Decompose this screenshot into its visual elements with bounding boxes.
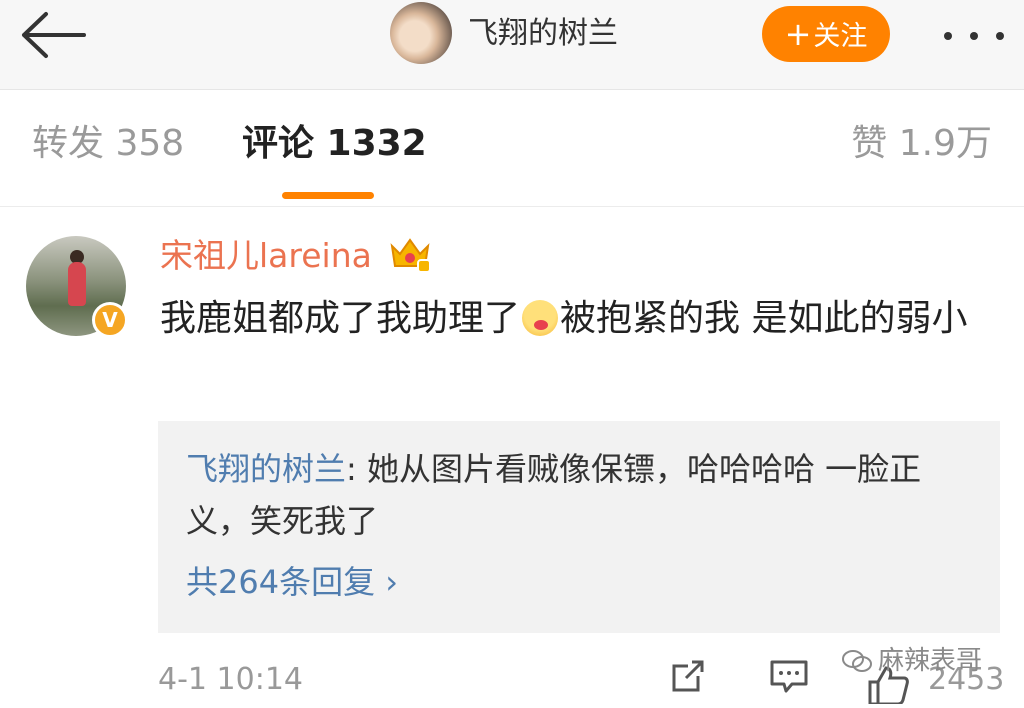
comment-text-part1: 我鹿姐都成了我助理了 bbox=[160, 298, 521, 339]
view-replies-link[interactable]: 共264条回复 › bbox=[186, 559, 398, 605]
header-avatar[interactable] bbox=[390, 2, 452, 64]
back-button[interactable] bbox=[18, 10, 88, 60]
active-tab-indicator bbox=[282, 192, 374, 199]
commenter-username[interactable]: 宋祖儿lareina bbox=[160, 234, 372, 278]
crown-icon bbox=[390, 238, 431, 273]
emoji-icon bbox=[522, 300, 559, 336]
reply-author[interactable]: 飞翔的树兰 bbox=[186, 450, 346, 488]
repost-icon[interactable] bbox=[668, 656, 708, 696]
wechat-icon bbox=[842, 650, 872, 672]
more-button[interactable] bbox=[940, 14, 1010, 54]
avatar-figure bbox=[68, 262, 86, 306]
comment-time: 4-1 10:14 bbox=[158, 662, 303, 697]
follow-button[interactable]: +关注 bbox=[762, 6, 890, 62]
more-icon-dot bbox=[970, 32, 978, 40]
comment-icon[interactable] bbox=[768, 656, 810, 696]
reply-text: 飞翔的树兰: 她从图片看贼像保镖，哈哈哈哈 一脸正义，笑死我了 bbox=[186, 443, 976, 547]
verified-badge: V bbox=[92, 302, 128, 338]
back-arrow-icon bbox=[22, 12, 86, 58]
reply-preview[interactable]: 飞翔的树兰: 她从图片看贼像保镖，哈哈哈哈 一脸正义，笑死我了 共264条回复 … bbox=[158, 421, 1000, 633]
more-icon-dot bbox=[996, 32, 1004, 40]
comment-text-part2: 被抱紧的我 是如此的弱小 bbox=[560, 298, 968, 339]
follow-label: 关注 bbox=[813, 21, 868, 52]
tab-repost[interactable]: 转发 358 bbox=[32, 121, 184, 167]
more-icon bbox=[944, 32, 952, 40]
page-title: 飞翔的树兰 bbox=[468, 16, 618, 51]
tab-like[interactable]: 赞 1.9万 bbox=[851, 121, 992, 167]
comment-text: 我鹿姐都成了我助理了 被抱紧的我 是如此的弱小 bbox=[160, 292, 1006, 346]
plus-icon: + bbox=[784, 15, 812, 53]
tab-comment[interactable]: 评论 1332 bbox=[242, 121, 427, 167]
top-bar: 飞翔的树兰 +关注 bbox=[0, 0, 1024, 90]
watermark-text: 麻辣表哥 bbox=[878, 646, 983, 676]
watermark: 麻辣表哥 bbox=[842, 644, 982, 678]
tab-bar: 转发 358 评论 1332 赞 1.9万 bbox=[0, 91, 1024, 207]
